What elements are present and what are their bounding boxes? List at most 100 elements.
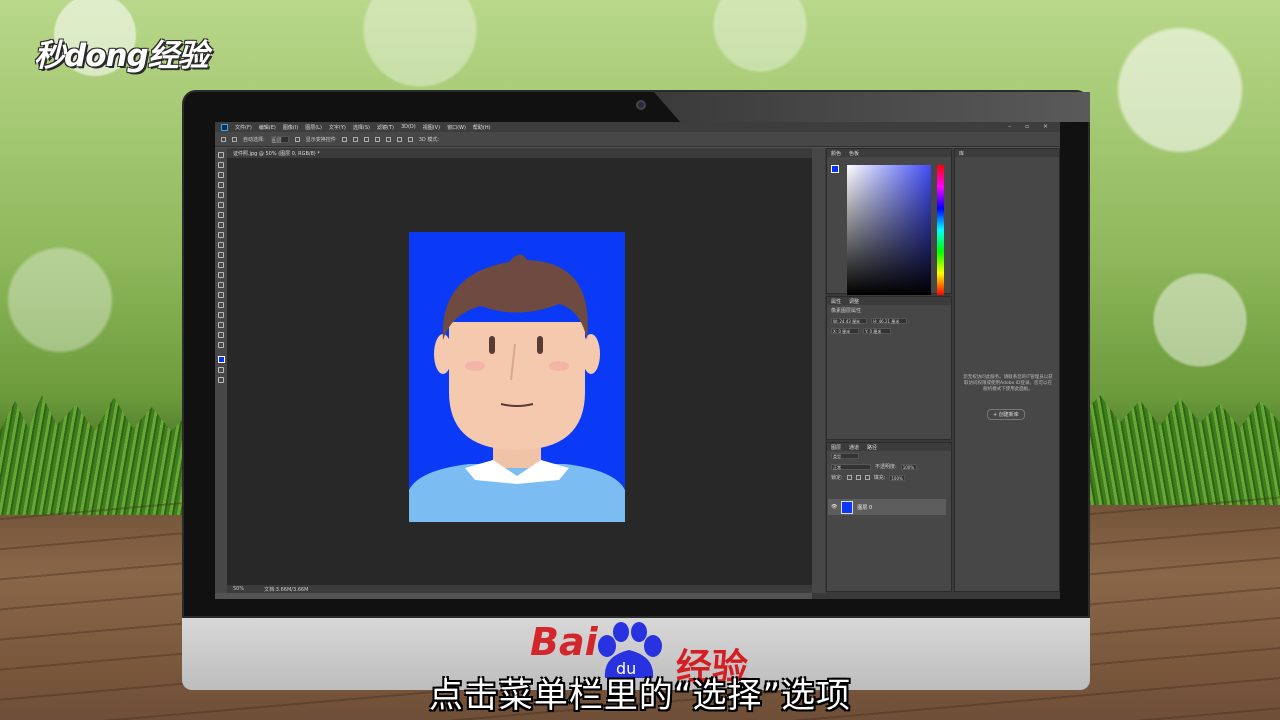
libraries-tabs: 库 [955,149,1059,157]
crop-icon[interactable] [218,192,224,198]
canvas-area[interactable] [227,158,812,585]
foreground-chip[interactable] [831,165,839,173]
checkbox-icon[interactable] [232,136,237,142]
menu-help[interactable]: 帮助(H) [473,124,491,131]
tab-libraries[interactable]: 库 [959,150,964,157]
history-brush-icon[interactable] [218,242,224,248]
create-library-button[interactable]: + 创建新库 [987,409,1025,420]
baidu-logo-left: Bai [530,620,598,664]
x-field[interactable]: X: 0 厘米 [831,328,859,334]
hand-icon[interactable] [218,332,224,338]
eraser-icon[interactable] [218,252,224,258]
color-picker-field[interactable] [847,165,931,295]
properties-title: 像素图层属性 [831,308,862,314]
video-frame: 秒dong经验 文件(F) 编辑(E) 图像(I) 图层(L) 文字(Y) 选择… [0,0,1280,720]
lasso-icon[interactable] [218,172,224,178]
bezel-reflection [654,92,1090,122]
layers-tabs: 图层 通道 路径 [827,443,951,451]
color-panel-tabs: 颜色 色板 [827,149,951,157]
tab-paths[interactable]: 路径 [867,444,877,451]
layer-item[interactable]: 👁 图层 0 [828,499,946,515]
ps-logo-icon[interactable] [221,123,228,131]
hue-slider[interactable] [937,165,944,295]
tools-panel [215,148,227,593]
monitor-bezel: 文件(F) 编辑(E) 图像(I) 图层(L) 文字(Y) 选择(S) 滤镜(T… [182,90,1090,618]
tab-layers[interactable]: 图层 [831,444,841,451]
status-bar: 50% 文档:3.66M/3.66M [227,585,812,593]
magic-wand-icon[interactable] [218,182,224,188]
auto-select-dropdown[interactable]: 图层 [270,135,289,144]
zoom-icon[interactable] [218,342,224,348]
menu-type[interactable]: 文字(Y) [329,124,346,131]
rectangle-icon[interactable] [218,322,224,328]
move-tool-icon[interactable] [221,136,226,142]
dodge-icon[interactable] [218,282,224,288]
path-select-icon[interactable] [218,312,224,318]
color-panel: 颜色 色板 [826,148,952,295]
type-icon[interactable] [218,302,224,308]
tab-channels[interactable]: 通道 [849,444,859,451]
move-icon[interactable] [218,152,224,158]
menu-edit[interactable]: 编辑(E) [259,124,276,131]
eye-icon[interactable]: 👁 [831,504,837,510]
grass-right [1080,395,1280,505]
clone-stamp-icon[interactable] [218,232,224,238]
fill-field[interactable]: 100% [889,474,906,481]
menu-file[interactable]: 文件(F) [235,124,252,131]
subtitle-caption: 点击菜单栏里的“选择”选项 [428,676,852,716]
menu-layer[interactable]: 图层(L) [305,124,322,131]
size-row: W: 24.43 厘米 H: 46.21 厘米 [827,316,951,326]
healing-brush-icon[interactable] [218,212,224,218]
miaodong-watermark: 秒dong经验 [34,38,209,74]
document-tab[interactable]: 证件照.jpg @ 50% (图层 0, RGB/8) * [227,148,812,158]
align-top-icon[interactable] [341,136,347,142]
tab-properties[interactable]: 属性 [831,298,841,305]
layer-name[interactable]: 图层 0 [857,504,872,511]
y-field[interactable]: Y: 0 厘米 [863,328,891,334]
brush-icon[interactable] [218,222,224,228]
pen-icon[interactable] [218,292,224,298]
blend-mode-dropdown[interactable]: 正常 [831,463,871,470]
distribute-icon[interactable] [407,136,413,142]
height-field[interactable]: H: 46.21 厘米 [871,318,907,324]
menu-image[interactable]: 图像(I) [283,124,298,131]
webcam-icon [636,100,646,110]
opacity-field[interactable]: 100% [900,463,917,470]
blend-row: 正常 不透明度: 100% [827,461,951,472]
marquee-icon[interactable] [218,162,224,168]
layer-filter-dropdown[interactable]: 类型 [831,453,859,459]
document-canvas[interactable] [409,232,625,522]
window-controls[interactable]: – ▫ × [1008,123,1054,130]
tab-swatches[interactable]: 色板 [849,150,859,157]
tab-color[interactable]: 颜色 [831,150,841,157]
zoom-level[interactable]: 50% [233,586,244,592]
lock-position-icon[interactable] [855,475,861,480]
menu-bar: 文件(F) 编辑(E) 图像(I) 图层(L) 文字(Y) 选择(S) 滤镜(T… [215,122,1060,132]
align-middle-icon[interactable] [352,136,358,142]
align-right-icon[interactable] [396,136,402,142]
library-message: 您无权访问此服务。请联系您的IT管理员以获取访问权限或使用Adobe ID登录。… [963,375,1053,392]
lock-pixels-icon[interactable] [846,475,852,480]
align-bottom-icon[interactable] [363,136,369,142]
gradient-icon[interactable] [218,262,224,268]
align-center-icon[interactable] [385,136,391,142]
width-field[interactable]: W: 24.43 厘米 [831,318,867,324]
lock-all-icon[interactable] [864,475,870,480]
foreground-color-swatch[interactable] [217,356,225,363]
menu-view[interactable]: 视图(V) [423,124,440,131]
align-left-icon[interactable] [374,136,380,142]
layer-thumbnail [841,500,854,514]
eyedropper-icon[interactable] [218,202,224,208]
layers-panel: 图层 通道 路径 类型 正常 不透明度: 100% 锁定: 填充: 100% 👁… [826,442,952,592]
screen-mode-icon[interactable] [218,377,224,383]
menu-3d[interactable]: 3D(D) [401,124,416,130]
blur-icon[interactable] [218,272,224,278]
menu-window[interactable]: 窗口(W) [447,124,466,131]
quick-mask-icon[interactable] [218,367,224,373]
tab-adjustments[interactable]: 调整 [849,298,859,305]
opacity-label: 不透明度: [875,464,897,470]
transform-checkbox-icon[interactable] [294,136,300,142]
menu-filter[interactable]: 滤镜(T) [377,124,394,131]
menu-select[interactable]: 选择(S) [353,124,370,131]
id-photo-illustration [409,254,625,522]
